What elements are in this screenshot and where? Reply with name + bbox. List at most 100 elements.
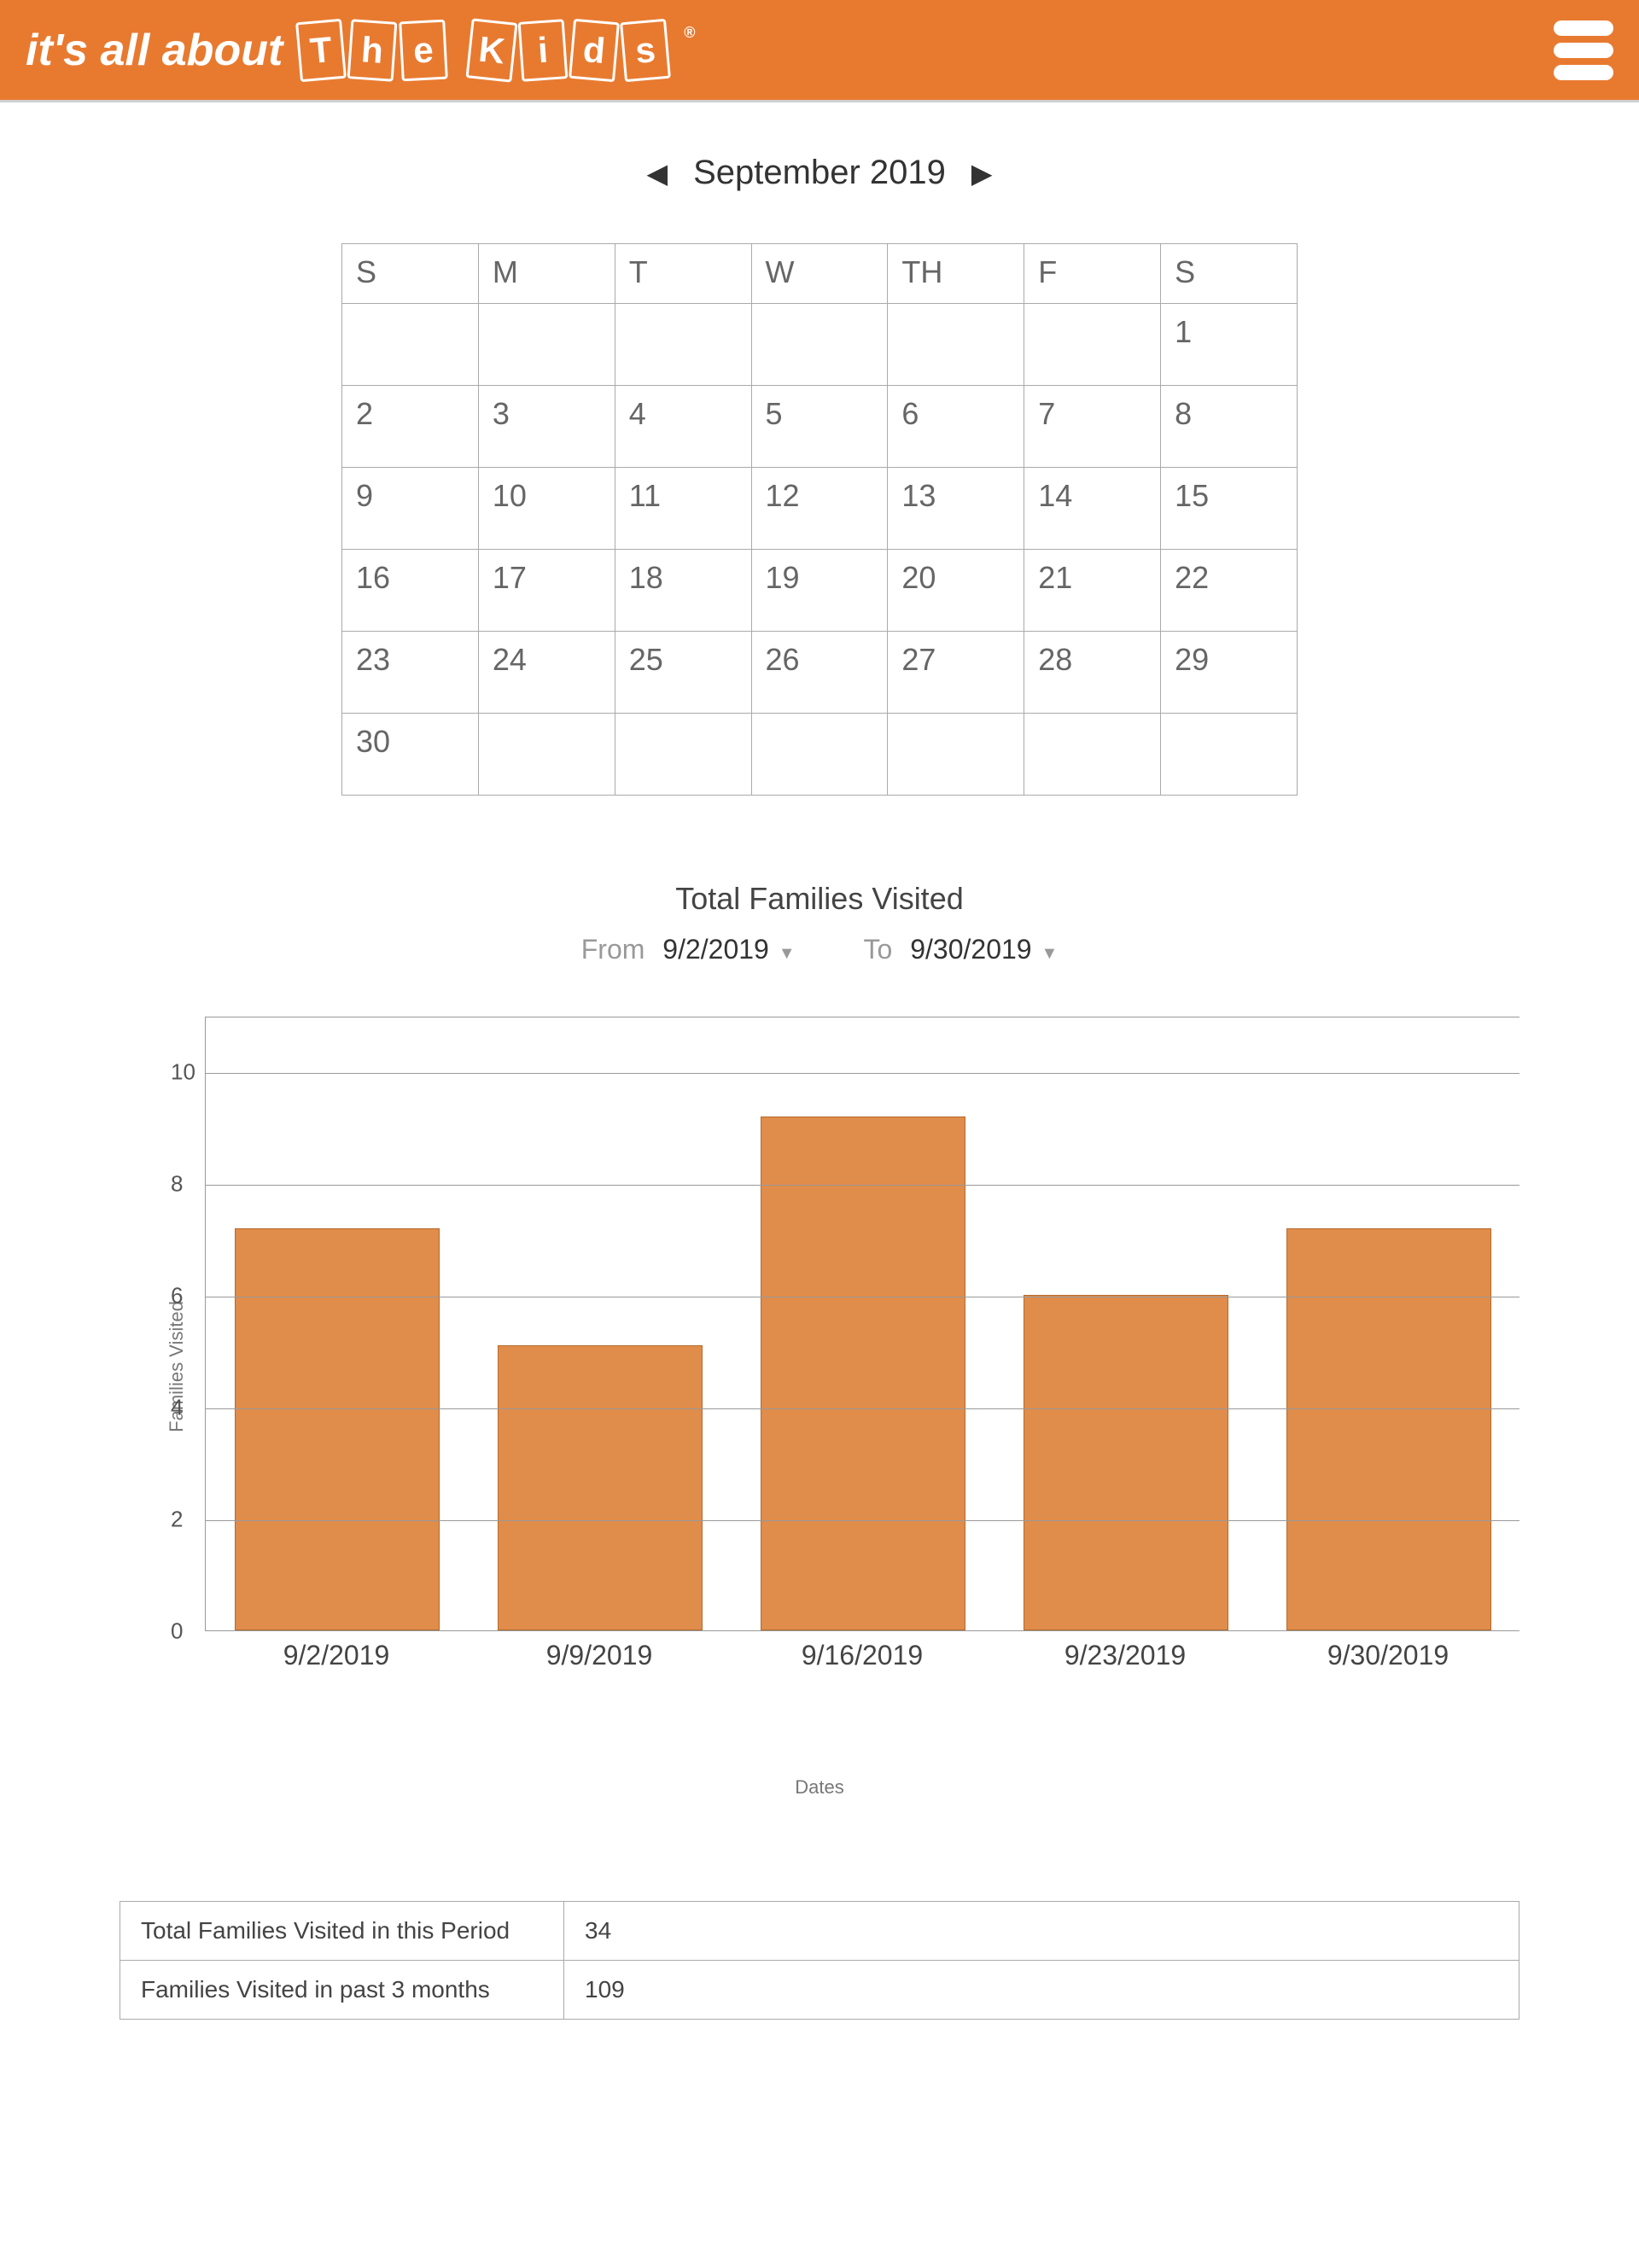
calendar-day-cell[interactable]: 22 bbox=[1161, 550, 1298, 632]
y-tick-label: 4 bbox=[171, 1395, 183, 1421]
to-date-picker[interactable]: To 9/30/2019 ▼ bbox=[864, 934, 1059, 965]
x-tick-label: 9/23/2019 bbox=[1064, 1640, 1186, 1671]
calendar-day-header: F bbox=[1024, 244, 1161, 304]
app-header: it's all about T h e K i d s ® bbox=[0, 0, 1639, 102]
y-tick-label: 0 bbox=[171, 1618, 183, 1645]
calendar-day-cell[interactable]: 30 bbox=[342, 714, 479, 796]
calendar-day-header: W bbox=[751, 244, 888, 304]
summary-label: Families Visited in past 3 months bbox=[120, 1961, 564, 2020]
y-tick-label: 6 bbox=[171, 1283, 183, 1309]
main-content: ◀ September 2019 ▶ SMTWTHFS 123456789101… bbox=[0, 102, 1639, 2071]
calendar-day-header: S bbox=[1161, 244, 1298, 304]
calendar-day-cell[interactable]: 9 bbox=[342, 468, 479, 550]
bars-group bbox=[206, 1017, 1519, 1630]
calendar-day-cell bbox=[1161, 714, 1298, 796]
brand-letter: K bbox=[466, 18, 518, 82]
calendar-day-cell[interactable]: 6 bbox=[888, 386, 1024, 468]
from-value: 9/2/2019 bbox=[662, 934, 769, 965]
calendar-day-cell bbox=[615, 304, 751, 386]
calendar-day-cell[interactable]: 20 bbox=[888, 550, 1024, 632]
chart-bar bbox=[1286, 1228, 1491, 1630]
next-month-icon[interactable]: ▶ bbox=[971, 157, 993, 189]
summary-value: 109 bbox=[564, 1961, 1519, 2020]
calendar-day-cell[interactable]: 7 bbox=[1024, 386, 1161, 468]
calendar-day-cell[interactable]: 26 bbox=[751, 632, 888, 714]
calendar-day-cell[interactable]: 12 bbox=[751, 468, 888, 550]
calendar-grid: SMTWTHFS 1234567891011121314151617181920… bbox=[341, 243, 1298, 796]
chart-bar bbox=[1024, 1295, 1228, 1630]
calendar-day-cell[interactable]: 24 bbox=[478, 632, 615, 714]
chart-bar bbox=[761, 1117, 965, 1630]
calendar-day-cell[interactable]: 28 bbox=[1024, 632, 1161, 714]
dropdown-icon: ▼ bbox=[1041, 944, 1058, 963]
x-tick-label: 9/2/2019 bbox=[283, 1640, 390, 1671]
summary-value: 34 bbox=[564, 1902, 1519, 1961]
calendar-day-cell[interactable]: 1 bbox=[1161, 304, 1298, 386]
calendar-day-cell[interactable]: 17 bbox=[478, 550, 615, 632]
chart-bar bbox=[235, 1228, 440, 1630]
calendar-day-cell[interactable]: 13 bbox=[888, 468, 1024, 550]
calendar-day-cell[interactable]: 14 bbox=[1024, 468, 1161, 550]
x-tick-label: 9/30/2019 bbox=[1327, 1640, 1449, 1671]
calendar-day-cell[interactable]: 21 bbox=[1024, 550, 1161, 632]
brand-letter: i bbox=[518, 19, 569, 82]
calendar-day-cell[interactable]: 16 bbox=[342, 550, 479, 632]
calendar-day-cell[interactable]: 25 bbox=[615, 632, 751, 714]
brand-blocks: T h e K i d s bbox=[298, 20, 668, 80]
calendar-day-cell[interactable]: 3 bbox=[478, 386, 615, 468]
calendar-day-cell[interactable]: 5 bbox=[751, 386, 888, 468]
calendar-day-cell bbox=[342, 304, 479, 386]
x-axis-label: Dates bbox=[102, 1776, 1537, 1799]
calendar-day-cell bbox=[751, 714, 888, 796]
dropdown-icon: ▼ bbox=[779, 944, 796, 963]
calendar-day-cell[interactable]: 8 bbox=[1161, 386, 1298, 468]
summary-table: Total Families Visited in this Period34F… bbox=[120, 1901, 1519, 2020]
calendar-day-cell bbox=[1024, 714, 1161, 796]
calendar-day-cell bbox=[478, 714, 615, 796]
chart-title: Total Families Visited bbox=[102, 881, 1537, 917]
grid-line bbox=[206, 1408, 1519, 1409]
calendar-day-cell[interactable]: 27 bbox=[888, 632, 1024, 714]
calendar-day-cell[interactable]: 4 bbox=[615, 386, 751, 468]
calendar-day-cell[interactable]: 19 bbox=[751, 550, 888, 632]
calendar-day-header: M bbox=[478, 244, 615, 304]
calendar-day-cell[interactable]: 10 bbox=[478, 468, 615, 550]
calendar-day-cell[interactable]: 2 bbox=[342, 386, 479, 468]
grid-line bbox=[206, 1520, 1519, 1521]
registered-mark: ® bbox=[684, 24, 695, 42]
brand-letter: T bbox=[295, 18, 347, 81]
prev-month-icon[interactable]: ◀ bbox=[647, 157, 668, 189]
chart-bar bbox=[498, 1345, 703, 1630]
date-range: From 9/2/2019 ▼ To 9/30/2019 ▼ bbox=[102, 934, 1537, 965]
calendar-day-cell[interactable]: 15 bbox=[1161, 468, 1298, 550]
brand-letter: d bbox=[569, 18, 620, 81]
from-date-picker[interactable]: From 9/2/2019 ▼ bbox=[581, 934, 796, 965]
calendar-day-cell[interactable]: 11 bbox=[615, 468, 751, 550]
month-title: September 2019 bbox=[693, 154, 946, 192]
logo: it's all about T h e K i d s ® bbox=[26, 20, 696, 80]
calendar-day-cell[interactable]: 23 bbox=[342, 632, 479, 714]
calendar-day-header: S bbox=[342, 244, 479, 304]
calendar-day-cell[interactable]: 18 bbox=[615, 550, 751, 632]
grid-line bbox=[206, 1073, 1519, 1074]
calendar-day-cell[interactable]: 29 bbox=[1161, 632, 1298, 714]
plot-area bbox=[205, 1017, 1519, 1631]
brand-letter: h bbox=[347, 19, 398, 82]
chart-container: Families Visited 9/2/20199/9/20199/16/20… bbox=[120, 1017, 1519, 1717]
grid-line bbox=[206, 1185, 1519, 1186]
table-row: Families Visited in past 3 months109 bbox=[120, 1961, 1519, 2020]
calendar-day-cell bbox=[615, 714, 751, 796]
calendar-day-header: TH bbox=[888, 244, 1024, 304]
tagline: it's all about bbox=[26, 25, 283, 76]
calendar-day-cell bbox=[751, 304, 888, 386]
to-label: To bbox=[864, 934, 893, 965]
x-tick-label: 9/16/2019 bbox=[802, 1640, 923, 1671]
brand-letter: s bbox=[620, 18, 671, 81]
y-tick-label: 8 bbox=[171, 1171, 183, 1198]
y-tick-label: 10 bbox=[171, 1059, 195, 1086]
month-navigator: ◀ September 2019 ▶ bbox=[102, 154, 1537, 192]
calendar-day-cell bbox=[478, 304, 615, 386]
menu-icon[interactable] bbox=[1554, 20, 1613, 80]
to-value: 9/30/2019 bbox=[910, 934, 1031, 965]
y-tick-label: 2 bbox=[171, 1507, 183, 1533]
